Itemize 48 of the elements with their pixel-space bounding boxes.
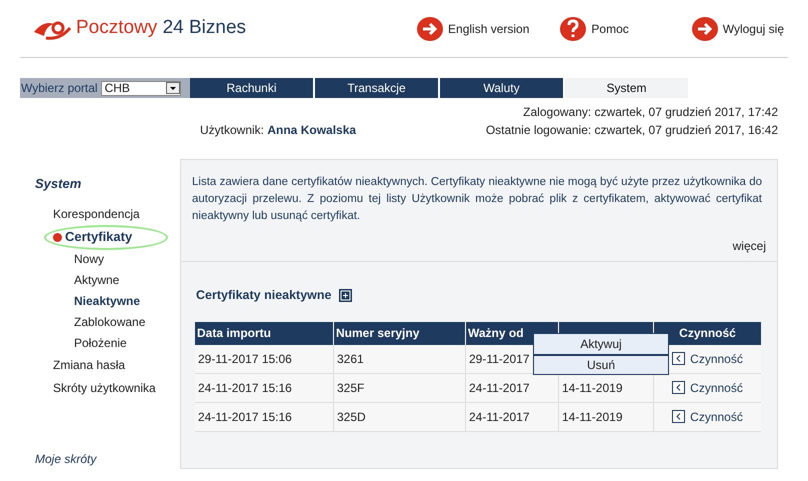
- sidebar-subitem[interactable]: Nieaktywne: [74, 290, 180, 312]
- sidebar-subitem[interactable]: Aktywne: [74, 270, 180, 290]
- arrow-right-icon: [416, 16, 444, 42]
- info-text: Lista zawiera dane certyfikatów nieaktywnych. Certyfikaty nieaktywne nie mogą być użyte przez użytkownika do autoryzacji przelewu. Z poziomu tej listy Użytkownik może pobrać plik z certyfikatem, aktywować certyfikat nieaktywny lub usunąć certyfikat.: [192, 175, 763, 224]
- arrow-right-icon: [690, 16, 719, 42]
- chevron-left-icon: [672, 381, 686, 394]
- sidebar-item[interactable]: Certyfikaty: [65, 227, 132, 247]
- table-cell: 325D: [334, 402, 466, 431]
- table-cell: 24-11-2017 15:16: [195, 402, 334, 431]
- more-link[interactable]: więcej: [732, 237, 766, 255]
- expand-icon[interactable]: [339, 288, 352, 302]
- sidebar-subitem[interactable]: Nowy: [74, 248, 180, 270]
- table-cell: 24-11-2017: [466, 402, 559, 431]
- header-link[interactable]: Pomoc: [559, 16, 629, 42]
- header-link[interactable]: Wyloguj się: [690, 16, 784, 42]
- chevron-left-icon: [672, 352, 686, 366]
- portal-select[interactable]: CHB: [100, 80, 181, 96]
- user-label: Użytkownik: Anna Kowalska: [200, 122, 356, 139]
- table-cell: 325F: [334, 374, 466, 402]
- bullet-icon: [53, 232, 62, 242]
- table-cell: 3261: [334, 344, 466, 373]
- sidebar-subitem[interactable]: Położenie: [74, 332, 180, 354]
- sidebar-item[interactable]: Zmiana hasła: [53, 356, 126, 374]
- sidebar-item[interactable]: Korespondencja: [53, 205, 140, 223]
- sidebar-subitem[interactable]: Zablokowane: [74, 312, 180, 332]
- login-time: Zalogowany: czwartek, 07 grudzień 2017, 17:42: [523, 104, 778, 121]
- nav-tab[interactable]: Rachunki: [190, 78, 315, 98]
- sidebar-item[interactable]: Skróty użytkownika: [53, 379, 156, 397]
- dropdown-icon: [166, 82, 180, 94]
- table-cell: 14-11-2019: [559, 402, 654, 431]
- nav-tab[interactable]: System: [565, 78, 690, 98]
- table-cell: 29-11-2017 15:06: [195, 344, 334, 373]
- help-icon: [559, 16, 588, 42]
- sidebar-title: System: [35, 175, 82, 193]
- menu-item[interactable]: Usuń: [534, 354, 668, 374]
- table-cell: 24-11-2017 15:16: [195, 374, 334, 402]
- section-title: Certyfikaty nieaktywne: [196, 287, 332, 304]
- logo-text: Pocztowy 24 Biznes: [76, 16, 246, 40]
- action-link[interactable]: Czynność: [654, 374, 761, 402]
- nav-tab[interactable]: Transakcje: [315, 78, 440, 98]
- portal-label: Wybierz portal: [21, 80, 98, 97]
- chevron-left-icon: [672, 410, 686, 424]
- nav-tab[interactable]: Waluty: [440, 78, 565, 98]
- last-login-time: Ostatnie logowanie: czwartek, 07 grudzień 2017, 16:42: [486, 122, 778, 139]
- header-link[interactable]: English version: [416, 16, 530, 42]
- column-header: Czynność: [678, 325, 737, 342]
- action-link[interactable]: Czynność: [654, 402, 761, 431]
- shortcuts-link[interactable]: Moje skróty: [35, 450, 180, 468]
